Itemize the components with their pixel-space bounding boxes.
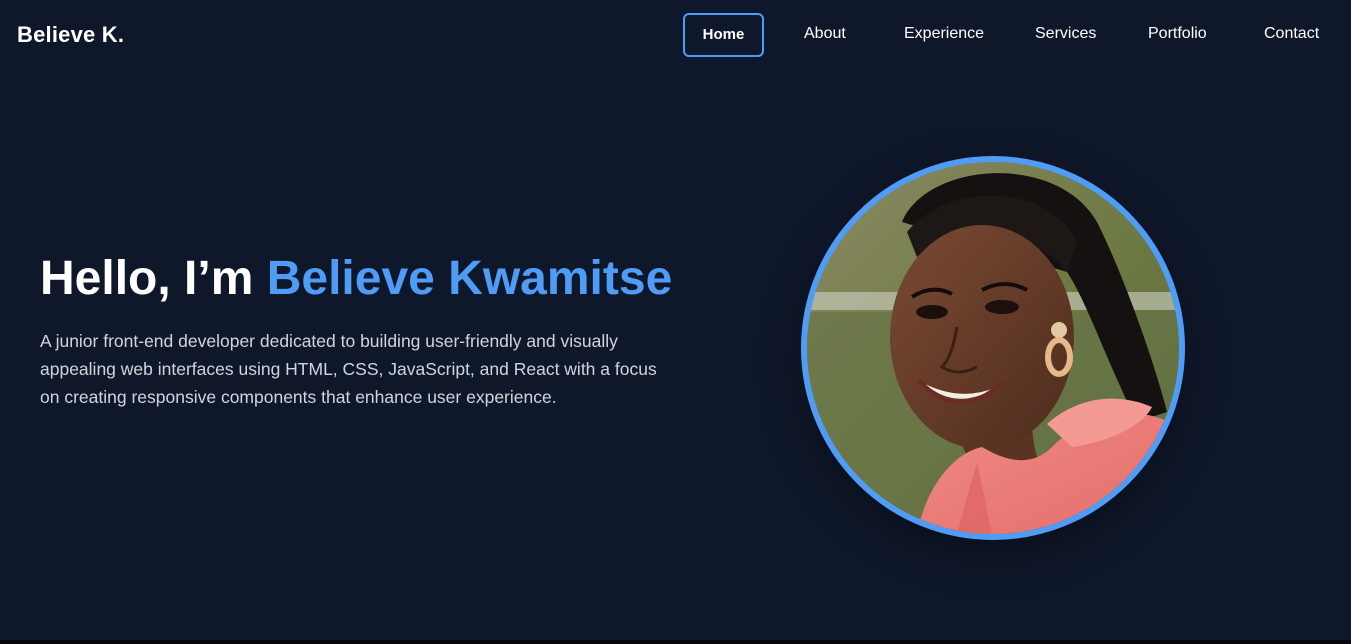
nav-about[interactable]: About <box>804 13 846 57</box>
page: Believe K. Home About Experience Service… <box>0 0 1351 644</box>
navbar: Believe K. Home About Experience Service… <box>0 0 1351 70</box>
nav-home[interactable]: Home <box>683 13 764 57</box>
profile-photo <box>801 156 1185 540</box>
nav-services[interactable]: Services <box>1035 13 1096 57</box>
nav-contact[interactable]: Contact <box>1264 13 1319 57</box>
logo[interactable]: Believe K. <box>17 22 124 48</box>
hero-name: Believe Kwamitse <box>266 252 673 305</box>
hero-description: A junior front-end developer dedicated t… <box>40 331 657 407</box>
nav-experience[interactable]: Experience <box>904 13 984 57</box>
hero-greeting: Hello, I’m <box>40 252 267 305</box>
nav-portfolio[interactable]: Portfolio <box>1148 13 1207 57</box>
bottom-edge <box>0 640 1351 644</box>
profile-photo-illustration <box>807 162 1179 534</box>
hero-title: Hello, I’m Believe Kwamitse <box>40 251 672 306</box>
